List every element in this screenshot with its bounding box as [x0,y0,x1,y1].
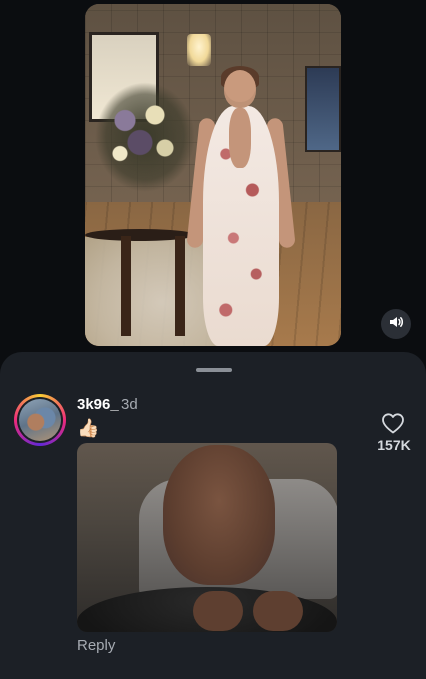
gif-hand [253,591,303,631]
comment-username[interactable]: 3k96_ [77,396,119,413]
like-button[interactable] [381,412,405,434]
comment-timestamp: 3d [121,396,138,413]
heart-outline-icon [381,413,405,438]
subject-head [224,70,256,108]
comment-text: 👍🏻 [77,418,100,438]
gif-subject-face [163,445,275,585]
flower-arrangement [95,82,195,192]
sound-toggle-button[interactable] [381,309,411,339]
video-subject [186,66,296,346]
wall-lamp [187,34,211,66]
gif-hand [193,591,243,631]
avatar [19,399,61,441]
table-leg [175,236,185,336]
sheet-drag-handle[interactable] [196,368,232,372]
post-video[interactable] [85,4,341,346]
video-door [305,66,341,152]
subject-neckline [229,108,251,168]
comment-gif[interactable] [77,443,337,632]
speaker-icon [388,314,404,335]
avatar-story-ring[interactable] [14,394,66,446]
reply-button[interactable]: Reply [77,637,115,654]
reels-screen: 3k96_ 3d 👍🏻 157K Reply [0,0,426,679]
table-leg [121,236,131,336]
like-count: 157K [377,437,411,453]
